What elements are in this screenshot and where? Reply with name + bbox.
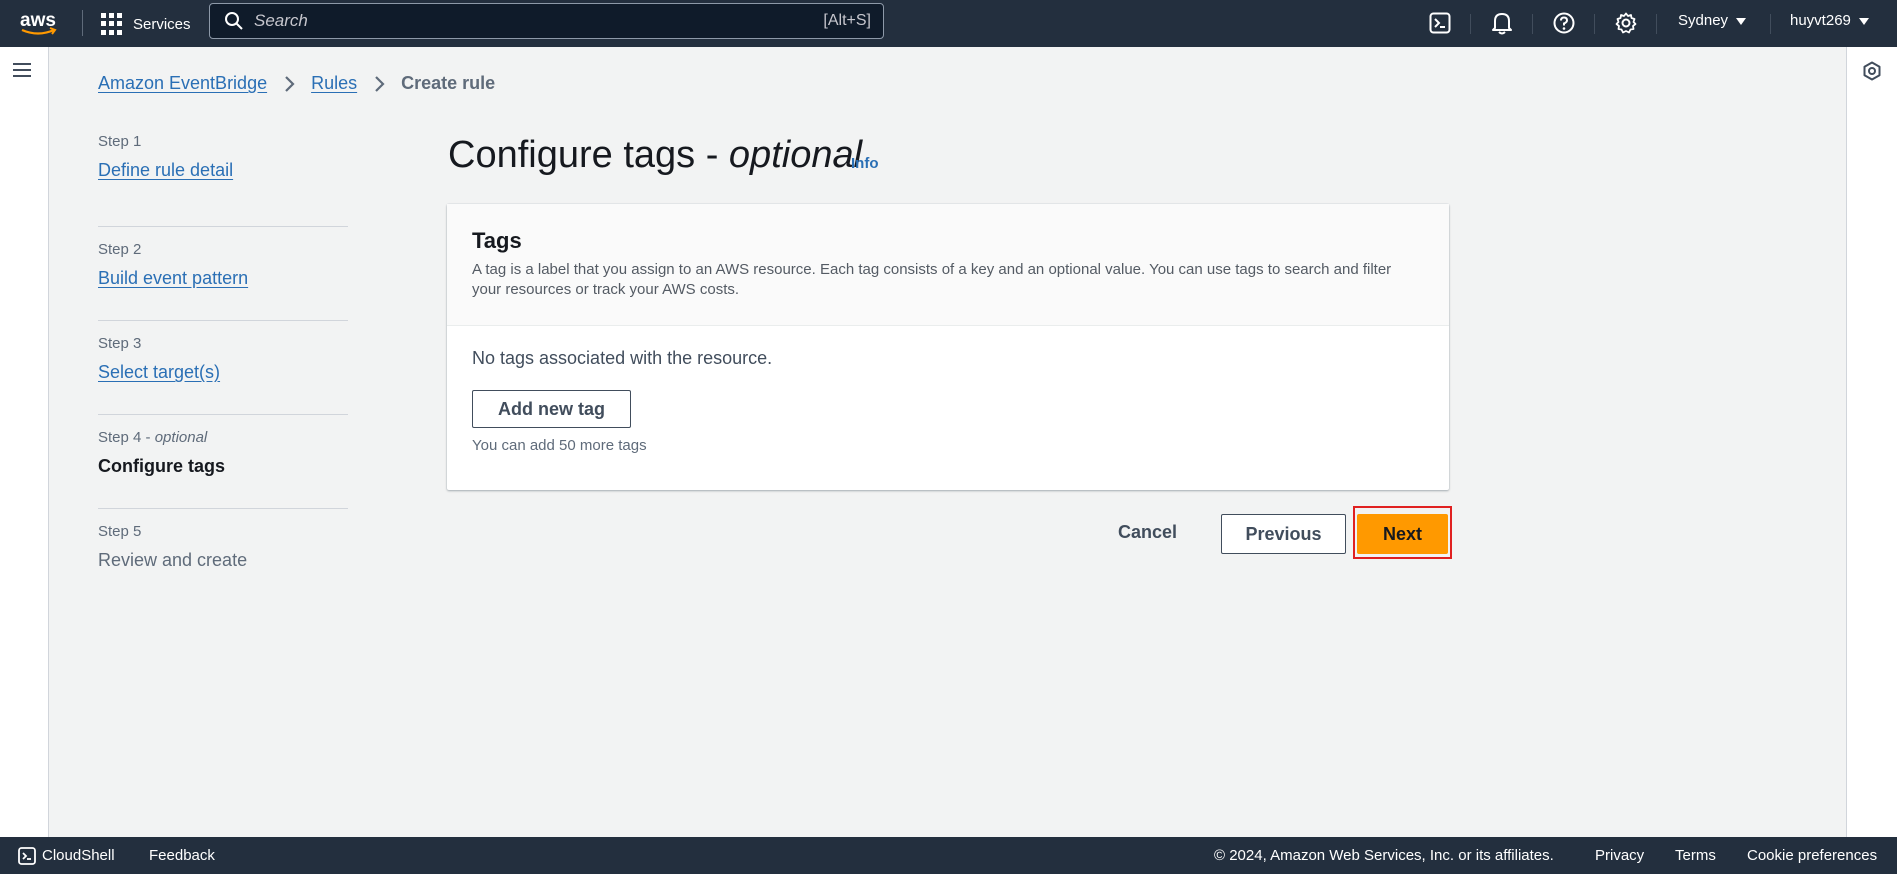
nav-divider [82,10,83,36]
breadcrumb-current: Create rule [401,73,496,93]
page-title: Configure tags - optional [448,134,863,176]
footer: CloudShell Feedback © 2024, Amazon Web S… [0,837,1897,874]
step-number-label: Step 1 [98,133,142,150]
step-review-and-create: Review and create [98,550,248,570]
wizard-steps: Step 1 Define rule detail Step 2 Build e… [98,133,348,603]
services-menu-button[interactable]: Services [101,11,191,37]
side-navigation-rail [0,47,49,837]
breadcrumb: Amazon EventBridge Rules Create rule [98,73,495,94]
search-icon [225,12,243,30]
empty-tags-message: No tags associated with the resource. [472,348,773,368]
breadcrumb-link-rules[interactable]: Rules [311,73,357,94]
tags-heading: Tags [472,228,522,253]
footer-feedback-link[interactable]: Feedback [149,847,215,864]
chevron-down-icon [1858,17,1869,25]
step-link-select-targets[interactable]: Select target(s) [98,362,220,382]
tags-container-header: Tags A tag is a label that you assign to… [447,204,1449,326]
cloudshell-icon [18,847,36,865]
step-link-define-rule-detail[interactable]: Define rule detail [98,160,233,180]
chevron-right-icon [285,75,295,92]
tags-container-body: No tags associated with the resource. Ad… [447,326,1449,454]
footer-terms-link[interactable]: Terms [1675,847,1716,864]
services-label: Services [133,15,191,33]
search-shortcut-hint: [Alt+S] [823,12,871,29]
footer-copyright: © 2024, Amazon Web Services, Inc. or its… [1214,847,1554,864]
wizard-step-4: Step 4 - optional Configure tags [98,415,348,509]
tools-panel-rail [1846,47,1897,837]
settings-gear-icon[interactable] [1613,10,1639,36]
aws-logo-icon[interactable]: aws [18,6,62,40]
wizard-step-2: Step 2 Build event pattern [98,227,348,321]
tools-panel-icon[interactable] [1862,61,1882,81]
wizard-step-5: Step 5 Review and create [98,509,348,603]
account-menu[interactable]: huyvt269 [1790,12,1869,29]
wizard-step-1: Step 1 Define rule detail [98,133,348,227]
next-button[interactable]: Next [1357,514,1448,554]
step-number-label: Step 5 [98,523,142,540]
step-current-configure-tags: Configure tags [98,456,226,476]
search-bar[interactable]: [Alt+S] [209,3,884,39]
footer-cookie-preferences-link[interactable]: Cookie preferences [1747,847,1877,864]
services-grid-icon [101,13,123,35]
footer-cloudshell-link[interactable]: CloudShell [18,847,115,865]
breadcrumb-link-eventbridge[interactable]: Amazon EventBridge [98,73,267,94]
info-link[interactable]: Info [851,155,879,172]
top-navigation: aws Services [Alt+S] Sydney huyvt269 [0,0,1897,47]
search-input[interactable] [254,11,824,31]
previous-button[interactable]: Previous [1221,514,1346,554]
region-label: Sydney [1678,12,1729,29]
tag-limit-hint: You can add 50 more tags [472,437,647,454]
step-number-label: Step 3 [98,335,142,352]
add-new-tag-button[interactable]: Add new tag [472,390,631,428]
menu-hamburger-icon[interactable] [13,63,31,79]
notifications-bell-icon[interactable] [1489,10,1515,36]
chevron-right-icon [375,75,385,92]
step-number-label: Step 4 - optional [98,429,208,446]
step-number-label: Step 2 [98,241,142,258]
tags-description: A tag is a label that you assign to an A… [472,261,1392,298]
cloudshell-icon[interactable] [1427,10,1453,36]
cancel-button[interactable]: Cancel [1118,522,1177,543]
tags-container: Tags A tag is a label that you assign to… [447,204,1449,490]
help-icon[interactable] [1551,10,1577,36]
chevron-down-icon [1736,17,1747,25]
wizard-step-3: Step 3 Select target(s) [98,321,348,415]
account-username: huyvt269 [1790,12,1851,29]
region-selector[interactable]: Sydney [1678,12,1747,29]
footer-privacy-link[interactable]: Privacy [1595,847,1644,864]
step-link-build-event-pattern[interactable]: Build event pattern [98,268,248,288]
